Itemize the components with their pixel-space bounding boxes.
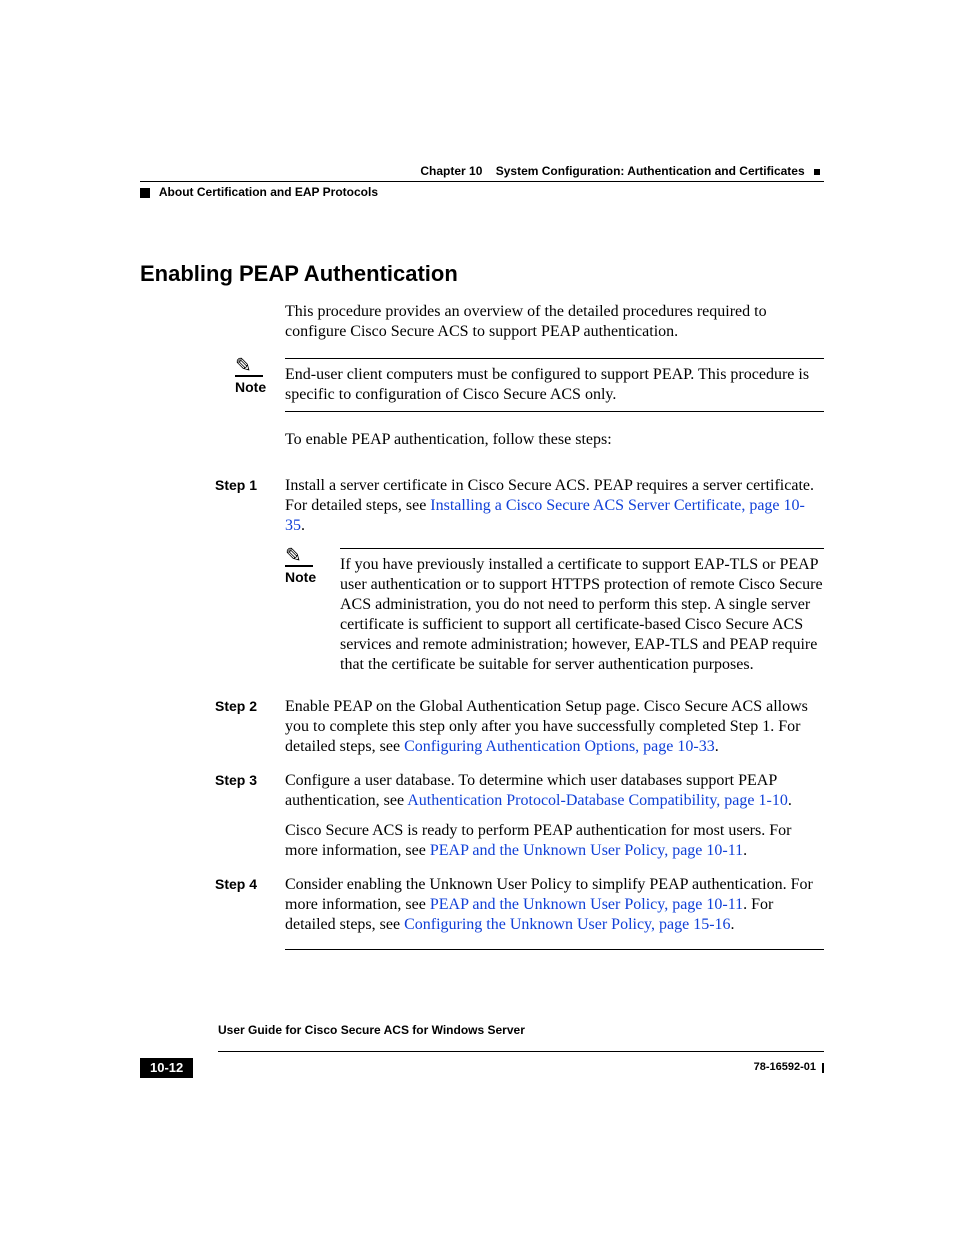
step-3: Step 3 Configure a user database. To det… bbox=[215, 771, 824, 861]
step-label: Step 3 bbox=[215, 771, 285, 790]
xref-link[interactable]: Configuring the Unknown User Policy, pag… bbox=[404, 916, 730, 933]
header-start-mark-icon bbox=[140, 188, 150, 198]
footer-end-mark-icon bbox=[822, 1063, 824, 1073]
step-label: Step 4 bbox=[215, 875, 285, 894]
step-follow-tail: . bbox=[743, 842, 747, 859]
step-follow: Cisco Secure ACS is ready to perform PEA… bbox=[285, 821, 824, 861]
footer-guide-title: User Guide for Cisco Secure ACS for Wind… bbox=[218, 1023, 525, 1038]
step-4: Step 4 Consider enabling the Unknown Use… bbox=[215, 875, 824, 935]
step-text-tail: . bbox=[715, 738, 719, 755]
step-text-tail: . bbox=[731, 916, 735, 933]
note-body: End-user client computers must be config… bbox=[285, 358, 824, 412]
running-header: Chapter 10 System Configuration: Authent… bbox=[140, 164, 824, 200]
note-label: Note bbox=[235, 379, 285, 397]
pencil-icon: ✎ bbox=[285, 548, 313, 567]
step-label: Step 2 bbox=[215, 697, 285, 716]
page-number: 10-12 bbox=[140, 1058, 193, 1078]
xref-link[interactable]: Configuring Authentication Options, page… bbox=[404, 738, 715, 755]
step-label: Step 1 bbox=[215, 476, 285, 495]
xref-link[interactable]: Authentication Protocol-Database Compati… bbox=[407, 792, 788, 809]
step-text-tail: . bbox=[301, 517, 305, 534]
section-breadcrumb: About Certification and EAP Protocols bbox=[159, 185, 378, 199]
header-end-mark-icon bbox=[814, 169, 820, 175]
step-1: Step 1 Install a server certificate in C… bbox=[215, 476, 824, 675]
chapter-title: System Configuration: Authentication and… bbox=[496, 164, 805, 178]
pencil-icon: ✎ bbox=[235, 358, 263, 377]
xref-link[interactable]: PEAP and the Unknown User Policy, page 1… bbox=[430, 896, 743, 913]
note-body: If you have previously installed a certi… bbox=[340, 548, 824, 675]
step-note: ✎ Note If you have previously installed … bbox=[285, 548, 824, 675]
note-label: Note bbox=[285, 569, 340, 587]
step-text-tail: . bbox=[788, 792, 792, 809]
chapter-label: Chapter 10 bbox=[420, 164, 482, 178]
intro-paragraph: This procedure provides an overview of t… bbox=[285, 302, 824, 342]
note-callout: ✎ Note End-user client computers must be… bbox=[235, 358, 824, 412]
procedure-steps: Step 1 Install a server certificate in C… bbox=[215, 476, 824, 950]
steps-end-rule bbox=[285, 949, 824, 950]
xref-link[interactable]: PEAP and the Unknown User Policy, page 1… bbox=[430, 842, 743, 859]
doc-number: 78-16592-01 bbox=[754, 1061, 816, 1075]
page-footer: User Guide for Cisco Secure ACS for Wind… bbox=[140, 1037, 824, 1078]
step-2: Step 2 Enable PEAP on the Global Authent… bbox=[215, 697, 824, 757]
section-heading: Enabling PEAP Authentication bbox=[140, 260, 824, 288]
lead-sentence: To enable PEAP authentication, follow th… bbox=[285, 430, 824, 450]
